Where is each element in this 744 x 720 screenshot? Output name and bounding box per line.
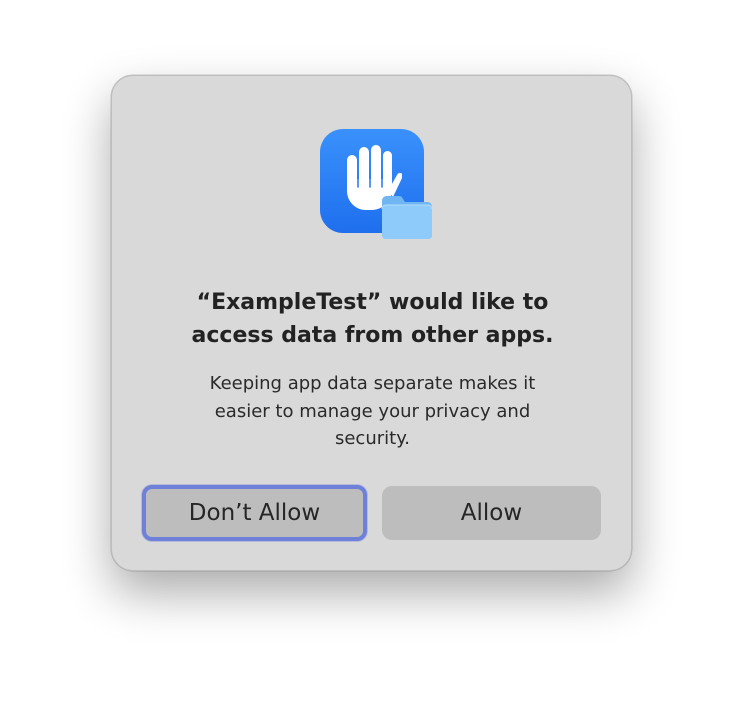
dialog-message: Keeping app data separate makes it easie… <box>167 370 578 453</box>
dont-allow-button[interactable]: Don’t Allow <box>142 485 367 541</box>
allow-button-label: Allow <box>460 500 523 526</box>
folder-icon <box>381 196 433 239</box>
allow-button[interactable]: Allow <box>382 486 601 540</box>
dialog-message-line-2: easier to manage your privacy and <box>214 400 531 422</box>
dialog-message-line-3: security. <box>334 428 411 449</box>
dialog-title-line-2: access data from other apps. <box>191 323 554 348</box>
dialog-message-line-1: Keeping app data separate makes it <box>209 373 536 394</box>
dialog-title-line-1: “ExampleTest” would like to <box>196 290 549 315</box>
dialog-title: “ExampleTest” would like to access data … <box>142 286 603 352</box>
dont-allow-button-label: Don’t Allow <box>188 500 321 526</box>
permission-dialog: “ExampleTest” would like to access data … <box>111 75 632 571</box>
